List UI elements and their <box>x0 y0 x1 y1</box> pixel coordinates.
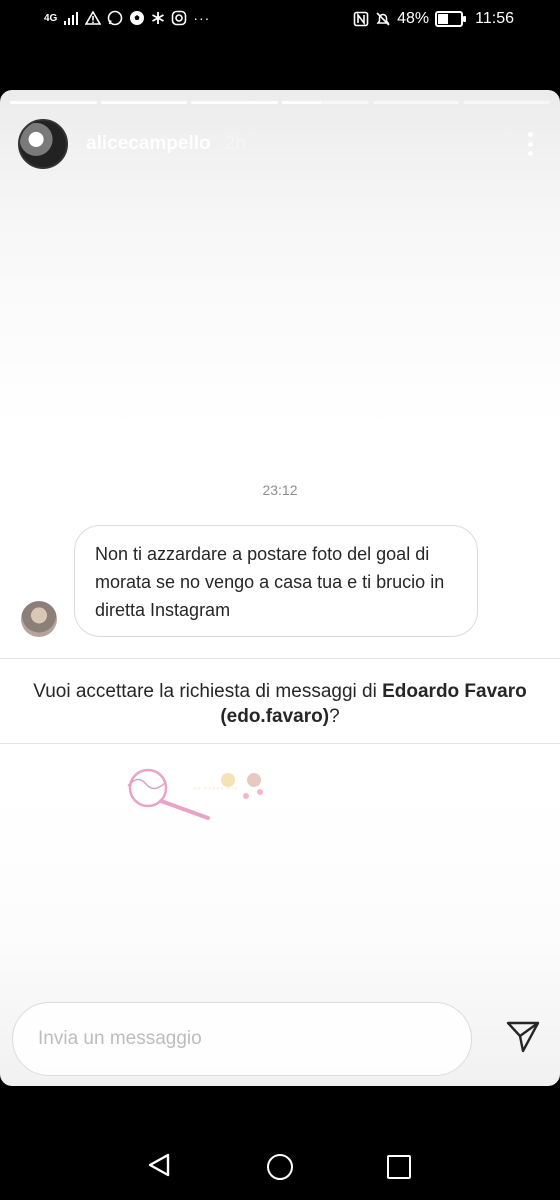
battery-fill <box>438 14 448 24</box>
battery-percent: 48% <box>397 10 430 27</box>
status-right: 48% 11:56 <box>353 10 514 28</box>
soccer-ball-icon <box>130 11 145 25</box>
back-icon[interactable] <box>146 1152 172 1178</box>
reply-placeholder: Invia un messaggio <box>38 1028 202 1049</box>
avatar[interactable] <box>18 119 68 169</box>
time-ago: 2h <box>224 133 246 154</box>
username[interactable]: alicecampello <box>86 133 211 155</box>
more-options-icon[interactable] <box>520 130 540 158</box>
request-prefix: Vuoi accettare la richiesta di messaggi … <box>33 681 383 702</box>
progress-segment <box>282 101 369 104</box>
recent-apps-icon[interactable] <box>387 1155 411 1179</box>
home-icon[interactable] <box>267 1154 293 1180</box>
story-header: alicecampello 2h <box>18 118 540 170</box>
nfc-icon <box>353 11 369 27</box>
progress-segment <box>372 101 460 104</box>
status-left: 4G ··· <box>44 10 210 26</box>
progress-segment-fill <box>10 101 97 104</box>
whatsapp-icon <box>108 10 123 26</box>
clock: 11:56 <box>475 10 514 27</box>
silent-icon <box>376 12 390 26</box>
story-viewer[interactable]: alicecampello 2h 23:12 Non ti azzardare … <box>0 90 560 1086</box>
progress-segment <box>463 101 551 104</box>
more-icon: ··· <box>193 10 211 26</box>
progress-segment-fill <box>191 101 279 104</box>
progress-segment <box>100 101 188 104</box>
instagram-icon <box>172 10 187 26</box>
message-bubble: Non ti azzardare a postare foto del goal… <box>74 525 478 637</box>
warning-icon <box>85 11 102 25</box>
request-suffix: ? <box>329 706 340 727</box>
message-request-banner: Vuoi accettare la richiesta di messaggi … <box>0 658 560 744</box>
progress-segment <box>10 101 97 104</box>
status-bar: 4G ··· 48% 11:56 <box>0 0 560 44</box>
story-progress <box>10 101 551 104</box>
progress-segment-fill <box>282 101 322 104</box>
progress-segment-fill <box>100 101 188 104</box>
watermark-logo: ◦◦ ◦◦◦◦◦ ◦◦◦ <box>127 768 263 820</box>
progress-segment <box>191 101 279 104</box>
navigation-bar <box>0 1130 560 1200</box>
reply-input[interactable]: Invia un messaggio <box>12 1002 472 1076</box>
sender-avatar <box>21 601 57 637</box>
signal-icon <box>64 12 79 25</box>
send-icon[interactable] <box>506 1020 540 1054</box>
asterisk-icon <box>152 12 165 24</box>
battery-icon <box>435 11 467 27</box>
network-label: 4G <box>44 12 58 24</box>
svg-text:◦◦ ◦◦◦◦◦ ◦◦◦: ◦◦ ◦◦◦◦◦ ◦◦◦ <box>193 785 239 793</box>
message-timestamp: 23:12 <box>262 482 298 498</box>
